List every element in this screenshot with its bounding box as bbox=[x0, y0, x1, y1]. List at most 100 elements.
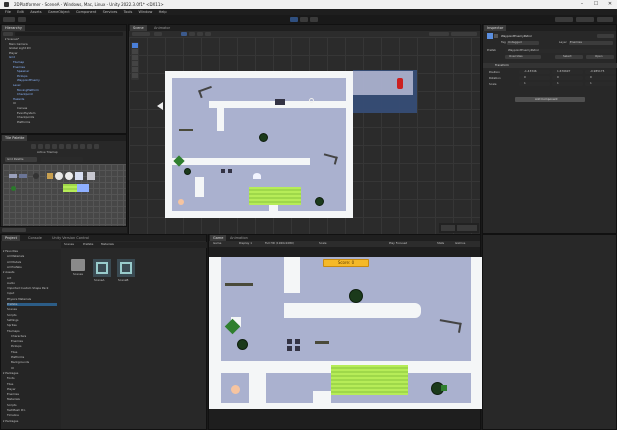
tile-swatch[interactable] bbox=[19, 174, 27, 178]
add-component-button[interactable]: Add Component bbox=[515, 97, 585, 102]
palette-tool-icon[interactable] bbox=[94, 144, 99, 149]
project-tree-item[interactable]: Settings bbox=[7, 318, 18, 322]
add-object-button[interactable] bbox=[3, 32, 13, 36]
palette-tool-icon[interactable] bbox=[31, 144, 36, 149]
rotation-y-field[interactable]: 0 bbox=[552, 76, 583, 80]
scale-label[interactable]: Scale bbox=[319, 242, 327, 245]
menu-services[interactable]: Services bbox=[103, 10, 118, 14]
palette-dropdown[interactable]: Grid Palette bbox=[5, 157, 37, 162]
project-tree-item[interactable]: Characters bbox=[11, 334, 26, 338]
step-button[interactable] bbox=[310, 17, 318, 22]
hierarchy-item[interactable]: ▾ SceneA* bbox=[5, 38, 19, 41]
hierarchy-item[interactable]: Grid bbox=[9, 56, 15, 59]
hierarchy-item[interactable]: Spawner bbox=[17, 70, 29, 73]
breadcrumb-prefabs[interactable]: Prefabs bbox=[83, 243, 93, 246]
spiky-enemy-icon[interactable] bbox=[184, 168, 191, 175]
project-tree-item[interactable]: Audio bbox=[7, 281, 15, 285]
scene-search-input[interactable] bbox=[451, 32, 477, 36]
project-tree-item[interactable]: ▾ Packages bbox=[3, 371, 18, 375]
project-tree-item[interactable]: ▾ Packages bbox=[3, 419, 18, 423]
hierarchy-item[interactable]: Checkpoints bbox=[17, 116, 34, 119]
hierarchy-item[interactable]: Global Light 2D bbox=[9, 47, 31, 50]
rect-tool-icon[interactable] bbox=[132, 67, 138, 72]
hierarchy-search-input[interactable] bbox=[15, 32, 123, 36]
ghost-enemy-icon[interactable] bbox=[253, 173, 261, 179]
project-tree-item[interactable]: Materials bbox=[7, 398, 20, 401]
breadcrumb-assets[interactable]: Scenes bbox=[64, 243, 74, 246]
spiky-enemy-icon[interactable] bbox=[259, 133, 268, 142]
tile-swatch[interactable] bbox=[55, 172, 63, 180]
palette-grid[interactable] bbox=[3, 164, 126, 226]
hierarchy-item[interactable]: WaypointEnemy bbox=[17, 79, 40, 82]
spiky-enemy-icon[interactable] bbox=[315, 197, 324, 206]
tab-hierarchy[interactable]: Hierarchy bbox=[2, 25, 25, 31]
mode-2d-toggle[interactable] bbox=[181, 32, 187, 36]
project-tree-item[interactable]: Prefabs bbox=[7, 303, 57, 306]
spiky-enemy-icon[interactable] bbox=[237, 339, 248, 350]
pause-button[interactable] bbox=[300, 17, 308, 22]
lighting-toggle[interactable] bbox=[189, 32, 195, 36]
display-dropdown[interactable]: Display 1 bbox=[239, 242, 252, 245]
project-tree-item[interactable]: Sprites bbox=[7, 324, 17, 327]
menu-help[interactable]: Help bbox=[159, 10, 167, 14]
scale-z-field[interactable]: 1 bbox=[585, 82, 616, 86]
scale-x-field[interactable]: 1 bbox=[519, 82, 550, 86]
scene-asset-icon[interactable] bbox=[117, 259, 135, 277]
project-tree-item[interactable]: Fonts bbox=[7, 377, 15, 380]
menu-assets[interactable]: Assets bbox=[30, 10, 41, 14]
project-tree-item[interactable]: Physics Materials bbox=[7, 297, 31, 301]
project-tree-item[interactable]: Pickups bbox=[11, 345, 21, 348]
moving-platform[interactable] bbox=[315, 341, 329, 344]
palette-tool-icon[interactable] bbox=[66, 144, 71, 149]
menu-window[interactable]: Window bbox=[139, 10, 153, 14]
project-tree-item[interactable]: Tilemaps bbox=[7, 329, 20, 333]
tile-swatch[interactable] bbox=[63, 184, 77, 192]
hierarchy-item[interactable]: Canvas bbox=[17, 107, 27, 110]
hierarchy-item[interactable]: Player bbox=[9, 51, 18, 55]
project-tree-item[interactable]: Timeline bbox=[7, 414, 19, 417]
active-checkbox[interactable] bbox=[494, 34, 498, 38]
hierarchy-item[interactable]: Platforms bbox=[17, 120, 30, 124]
moving-platform[interactable] bbox=[225, 283, 253, 286]
treasure-chest-icon[interactable] bbox=[275, 99, 285, 105]
active-target-dropdown[interactable] bbox=[41, 157, 83, 162]
tile-swatch[interactable] bbox=[9, 174, 17, 178]
aspect-dropdown[interactable]: Full HD (1920x1080) bbox=[265, 242, 294, 245]
transform-tool-icon[interactable] bbox=[132, 73, 138, 78]
open-button[interactable]: Open bbox=[586, 55, 614, 59]
search-icon[interactable] bbox=[597, 17, 613, 22]
tab-tile-palette[interactable]: Tile Palette bbox=[2, 135, 28, 141]
account-button[interactable] bbox=[3, 17, 15, 22]
player-icon[interactable] bbox=[231, 385, 240, 394]
menu-file[interactable]: File bbox=[5, 10, 11, 14]
project-tree-item[interactable]: ▾ Assets bbox=[3, 271, 14, 274]
hierarchy-item[interactable]: UI bbox=[13, 102, 16, 105]
scene-asset-icon[interactable] bbox=[93, 259, 111, 277]
overrides-dropdown[interactable]: Overrides bbox=[505, 55, 541, 59]
tab-console[interactable]: Console bbox=[25, 235, 45, 241]
project-tree-item[interactable]: Scripts bbox=[7, 313, 17, 317]
tag-dropdown[interactable]: Untagged bbox=[507, 41, 539, 45]
hierarchy-item[interactable]: Pickups bbox=[17, 74, 27, 78]
project-tree-item[interactable]: Tiles bbox=[7, 382, 13, 386]
play-focused-dropdown[interactable]: Play Focused bbox=[389, 242, 407, 245]
close-button[interactable]: ✕ bbox=[603, 0, 617, 9]
project-tree-item[interactable]: Tiles bbox=[11, 350, 17, 354]
menu-component[interactable]: Component bbox=[76, 10, 96, 14]
menu-tools[interactable]: Tools bbox=[124, 10, 133, 14]
hierarchy-item[interactable]: Hazards bbox=[13, 97, 24, 101]
tab-inspector[interactable]: Inspector bbox=[484, 25, 507, 31]
stats-button[interactable]: Stats bbox=[437, 242, 444, 245]
project-tree-item[interactable]: Scripts bbox=[7, 403, 17, 407]
position-z-field[interactable]: -0.985175 bbox=[585, 70, 616, 74]
project-tree-item[interactable]: ▾ Favorites bbox=[3, 250, 18, 253]
project-tree-item[interactable]: TextMesh Pro bbox=[7, 409, 25, 412]
project-tree-item[interactable]: Input bbox=[7, 292, 14, 295]
hierarchy-item[interactable]: Tilemap bbox=[13, 61, 24, 64]
project-tree-item[interactable]: Backgrounds bbox=[11, 361, 29, 364]
scale-y-field[interactable]: 1 bbox=[552, 82, 583, 86]
hierarchy-item[interactable]: Level bbox=[13, 84, 20, 87]
tile-swatch[interactable] bbox=[11, 186, 16, 191]
tile-swatch[interactable] bbox=[65, 172, 73, 180]
tile-swatch[interactable] bbox=[87, 172, 95, 180]
